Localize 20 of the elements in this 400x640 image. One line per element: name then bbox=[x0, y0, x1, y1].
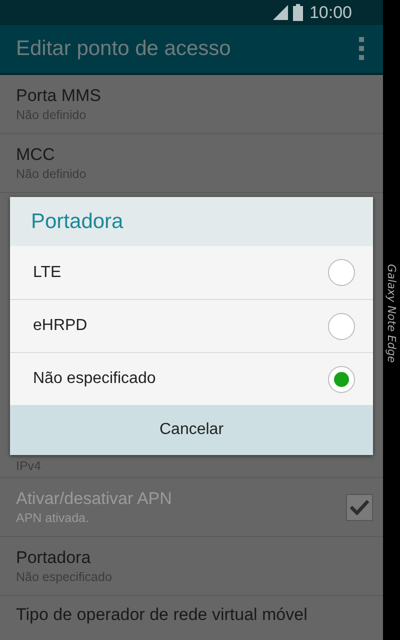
radio-button[interactable] bbox=[328, 366, 355, 392]
cancel-button[interactable]: Cancelar bbox=[10, 405, 373, 455]
option-label: Não especificado bbox=[33, 370, 156, 388]
setting-title: MCC bbox=[16, 145, 56, 165]
app-bar-title: Editar ponto de acesso bbox=[16, 37, 231, 61]
option-label: eHRPD bbox=[33, 317, 88, 335]
dialog-option[interactable]: LTE bbox=[10, 246, 373, 299]
setting-title: Tipo de operador de rede virtual móvel bbox=[16, 605, 308, 625]
battery-icon bbox=[293, 4, 304, 21]
radio-button[interactable] bbox=[328, 259, 355, 286]
dialog-title: Portadora bbox=[31, 210, 124, 234]
signal-icon bbox=[273, 5, 290, 20]
status-time: 10:00 bbox=[309, 2, 352, 22]
option-label: LTE bbox=[33, 264, 62, 282]
setting-title: Portadora bbox=[16, 548, 92, 568]
dialog-option[interactable]: eHRPD bbox=[10, 299, 373, 352]
dialog-option[interactable]: Não especificado bbox=[10, 352, 373, 405]
radio-button[interactable] bbox=[328, 312, 355, 340]
setting-title: Porta MMS bbox=[16, 86, 102, 106]
edge-label: Galaxy Note Edge bbox=[385, 264, 398, 363]
